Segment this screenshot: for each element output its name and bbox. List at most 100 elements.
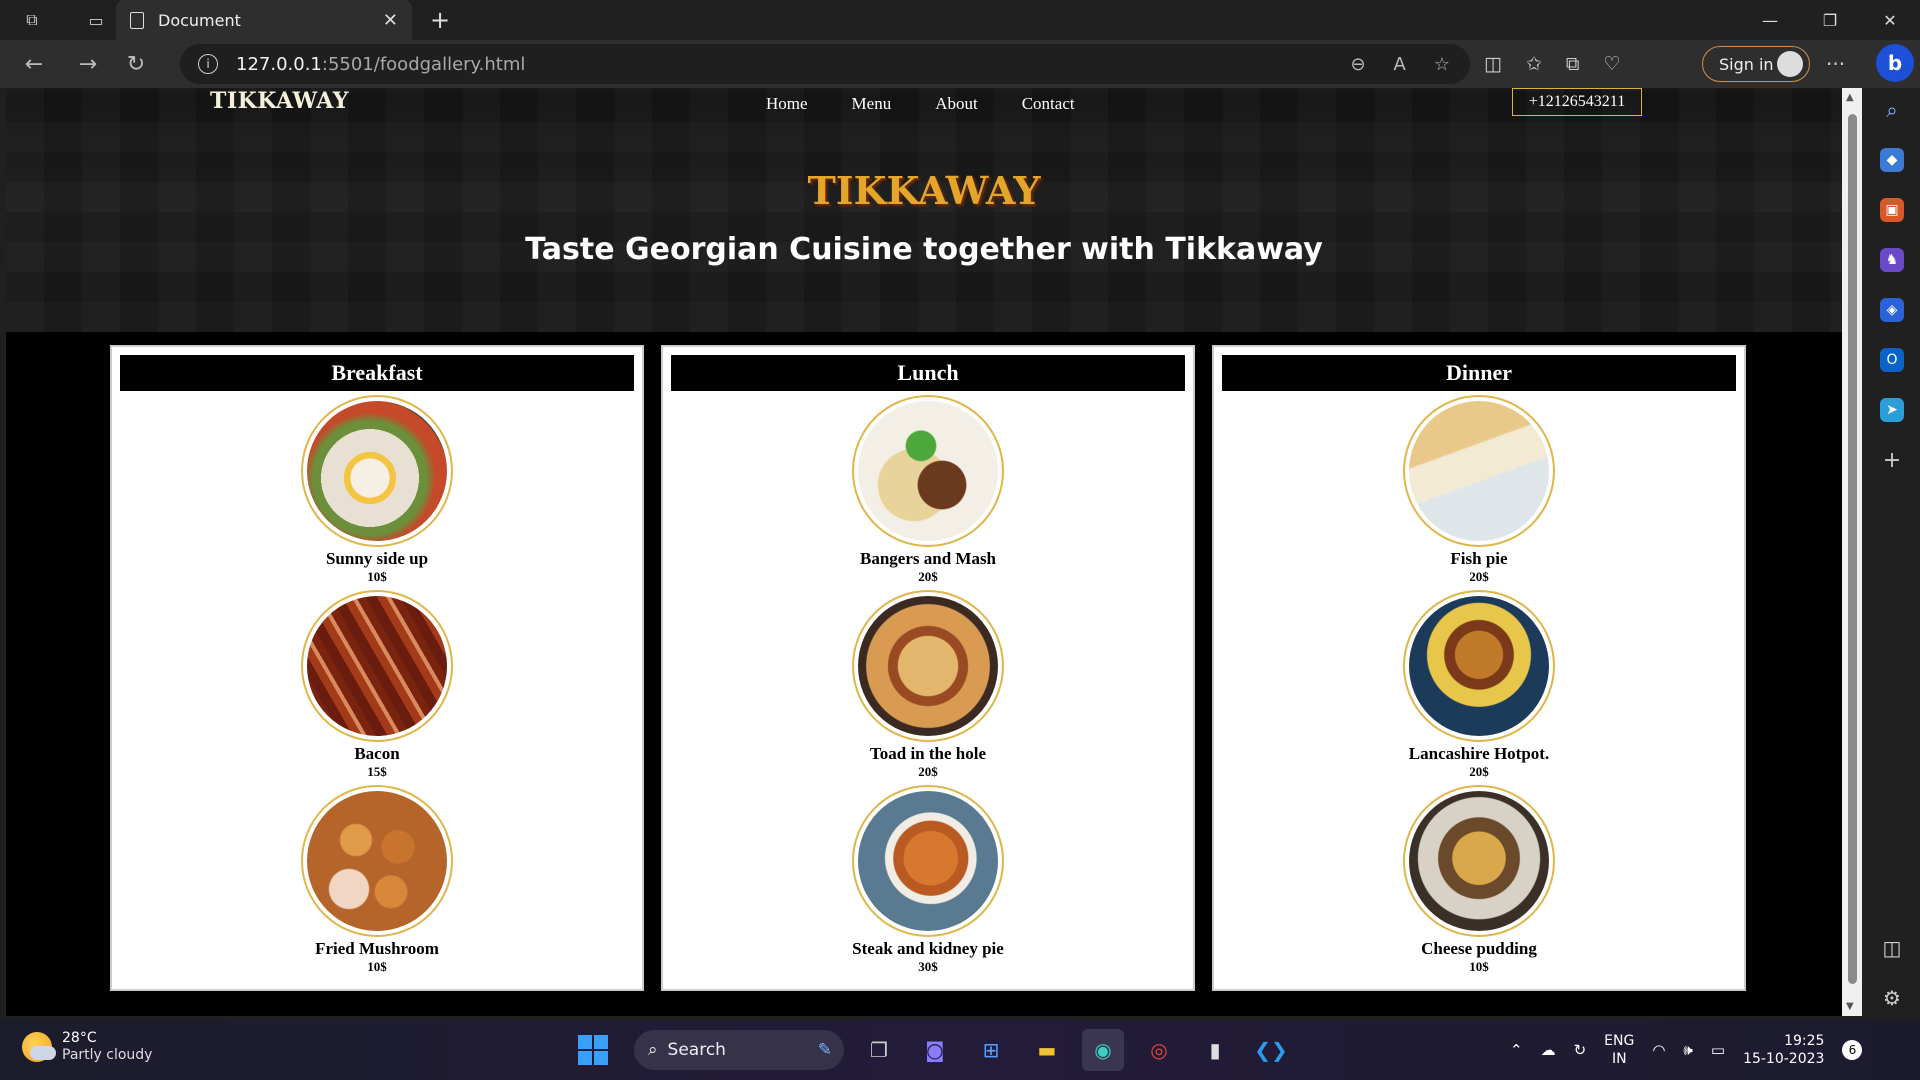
refresh-button[interactable]: ↻ [112,44,160,84]
split-screen-icon[interactable]: ◫ [1484,53,1502,75]
restore-button[interactable]: ❐ [1800,0,1860,40]
menu-item[interactable]: Bangers and Mash 20$ [663,395,1193,585]
terminal-icon[interactable]: ▮ [1194,1029,1236,1071]
sign-in-button[interactable]: Sign in [1702,46,1810,82]
games-icon[interactable]: ♞ [1880,248,1904,272]
menu-item[interactable]: Bacon 15$ [112,590,642,780]
scroll-up-icon[interactable]: ▲ [1846,92,1854,103]
minimize-button[interactable]: — [1740,0,1800,40]
site-nav: Home Menu About Contact [766,94,1075,114]
hide-sidebar-icon[interactable]: ◫ [1883,936,1902,960]
nav-menu[interactable]: Menu [852,94,892,114]
browser-tab-document[interactable]: Document ✕ [116,0,412,40]
item-name: Bacon [354,744,400,763]
item-name: Cheese pudding [1421,939,1537,958]
favorites-icon[interactable]: ✩ [1526,53,1542,75]
chrome-icon[interactable]: ◎ [1138,1029,1180,1071]
file-explorer-icon[interactable]: ▬ [1026,1029,1068,1071]
workspaces-icon[interactable]: ⧉ [12,0,52,40]
settings-gear-icon[interactable]: ⚙ [1883,986,1901,1010]
copilot-app-icon[interactable]: ◈ [1880,298,1904,322]
weather-desc: Partly cloudy [62,1047,153,1063]
page-scrollbar[interactable]: ▲ ▼ [1842,88,1862,1016]
language-indicator[interactable]: ENG IN [1604,1032,1634,1068]
system-tray: ⌃ ☁ ↻ ENG IN ◠ 🕪 ▭ 19:25 15-10-2023 6 [1510,1020,1863,1080]
wifi-icon[interactable]: ◠ [1652,1041,1665,1059]
menu-item[interactable]: Toad in the hole 20$ [663,590,1193,780]
site-logo[interactable]: TIKKAWAY [210,88,349,114]
zoom-icon[interactable]: ⊖ [1350,54,1365,75]
notification-badge[interactable]: 6 [1842,1040,1863,1060]
item-price: 20$ [918,569,938,584]
food-image [852,590,1004,742]
menu-item[interactable]: Steak and kidney pie 30$ [663,785,1193,975]
food-image [301,785,453,937]
new-tab-button[interactable]: + [420,0,460,40]
vscode-icon[interactable]: ❮❯ [1250,1029,1292,1071]
site-info-icon[interactable]: i [198,54,218,74]
shopping-icon[interactable]: ◆ [1880,148,1904,172]
menu-item[interactable]: Lancashire Hotpot. 20$ [1214,590,1744,780]
address-bar[interactable]: i 127.0.0.1 :5501/foodgallery.html ⊖ A ☆ [180,44,1470,84]
onedrive-icon[interactable]: ☁ [1541,1041,1556,1059]
menu-item[interactable]: Sunny side up 10$ [112,395,642,585]
toolbar-extensions: ◫ ✩ ⧉ ♡ [1484,40,1621,88]
hero-subtitle: Taste Georgian Cuisine together with Tik… [525,232,1323,267]
read-aloud-icon[interactable]: A [1394,54,1406,75]
tools-icon[interactable]: ▣ [1880,198,1904,222]
item-name: Sunny side up [325,549,429,568]
back-button[interactable]: ← [10,44,58,84]
card-title: Dinner [1222,355,1736,391]
address-bar-tools: ⊖ A ☆ [1350,44,1450,84]
menu-item[interactable]: Fried Mushroom 10$ [112,785,642,975]
nav-contact[interactable]: Contact [1022,94,1075,114]
start-windows-icon[interactable] [578,1035,608,1065]
scroll-down-icon[interactable]: ▼ [1846,1001,1854,1012]
add-app-icon[interactable]: + [1880,448,1904,473]
performance-icon[interactable]: ♡ [1603,53,1620,75]
food-image [852,785,1004,937]
close-tab-icon[interactable]: ✕ [383,10,398,31]
forward-button[interactable]: → [64,44,112,84]
telegram-icon[interactable]: ➤ [1880,398,1904,422]
sync-icon[interactable]: ↻ [1574,1041,1587,1059]
time: 19:25 [1784,1033,1825,1049]
food-image [852,395,1004,547]
weather-widget[interactable]: 28°C Partly cloudy [22,1030,152,1064]
battery-icon[interactable]: ▭ [1711,1041,1725,1059]
search-highlight-icon: ✎ [817,1040,832,1060]
teams-chat-icon[interactable]: ◙ [914,1029,956,1071]
collections-icon[interactable]: ⧉ [1566,53,1580,75]
show-hidden-icons-icon[interactable]: ⌃ [1510,1041,1523,1059]
volume-icon[interactable]: 🕪 [1683,1041,1692,1059]
web-page: TIKKAWAY Home Menu About Contact +121265… [6,88,1842,1016]
food-image [301,590,453,742]
lang-region: IN [1611,1051,1627,1067]
search-icon[interactable]: ⌕ [1880,98,1904,122]
outlook-icon[interactable]: O [1880,348,1904,372]
card-title: Lunch [671,355,1185,391]
tab-actions-icon[interactable]: ▭ [76,0,116,40]
window-controls: — ❐ ✕ [1740,0,1920,40]
browser-toolbar: ← → ↻ i 127.0.0.1 :5501/foodgallery.html… [0,40,1920,88]
item-price: 30$ [918,959,938,974]
item-price: 10$ [367,959,387,974]
more-options-icon[interactable]: ··· [1826,40,1845,88]
menu-item[interactable]: Fish pie 20$ [1214,395,1744,585]
store-icon[interactable]: ⊞ [970,1029,1012,1071]
favorite-star-icon[interactable]: ☆ [1434,54,1450,75]
scrollbar-thumb[interactable] [1848,114,1857,984]
nav-about[interactable]: About [935,94,978,114]
menu-item[interactable]: Cheese pudding 10$ [1214,785,1744,975]
taskbar-apps: ⌕ Search ✎ ❐ ◙ ⊞ ▬ ◉ ◎ ▮ ❮❯ [578,1028,1292,1072]
edge-browser-icon[interactable]: ◉ [1082,1029,1124,1071]
nav-home[interactable]: Home [766,94,808,114]
clock[interactable]: 19:25 15-10-2023 [1743,1032,1824,1068]
url-host: 127.0.0.1 [236,53,322,75]
task-view-icon[interactable]: ❐ [858,1029,900,1071]
copilot-icon[interactable]: b [1876,44,1914,82]
lang-code: ENG [1604,1033,1635,1049]
taskbar-search[interactable]: ⌕ Search ✎ [634,1030,844,1070]
phone-button[interactable]: +12126543211 [1512,88,1642,116]
close-window-button[interactable]: ✕ [1860,0,1920,40]
